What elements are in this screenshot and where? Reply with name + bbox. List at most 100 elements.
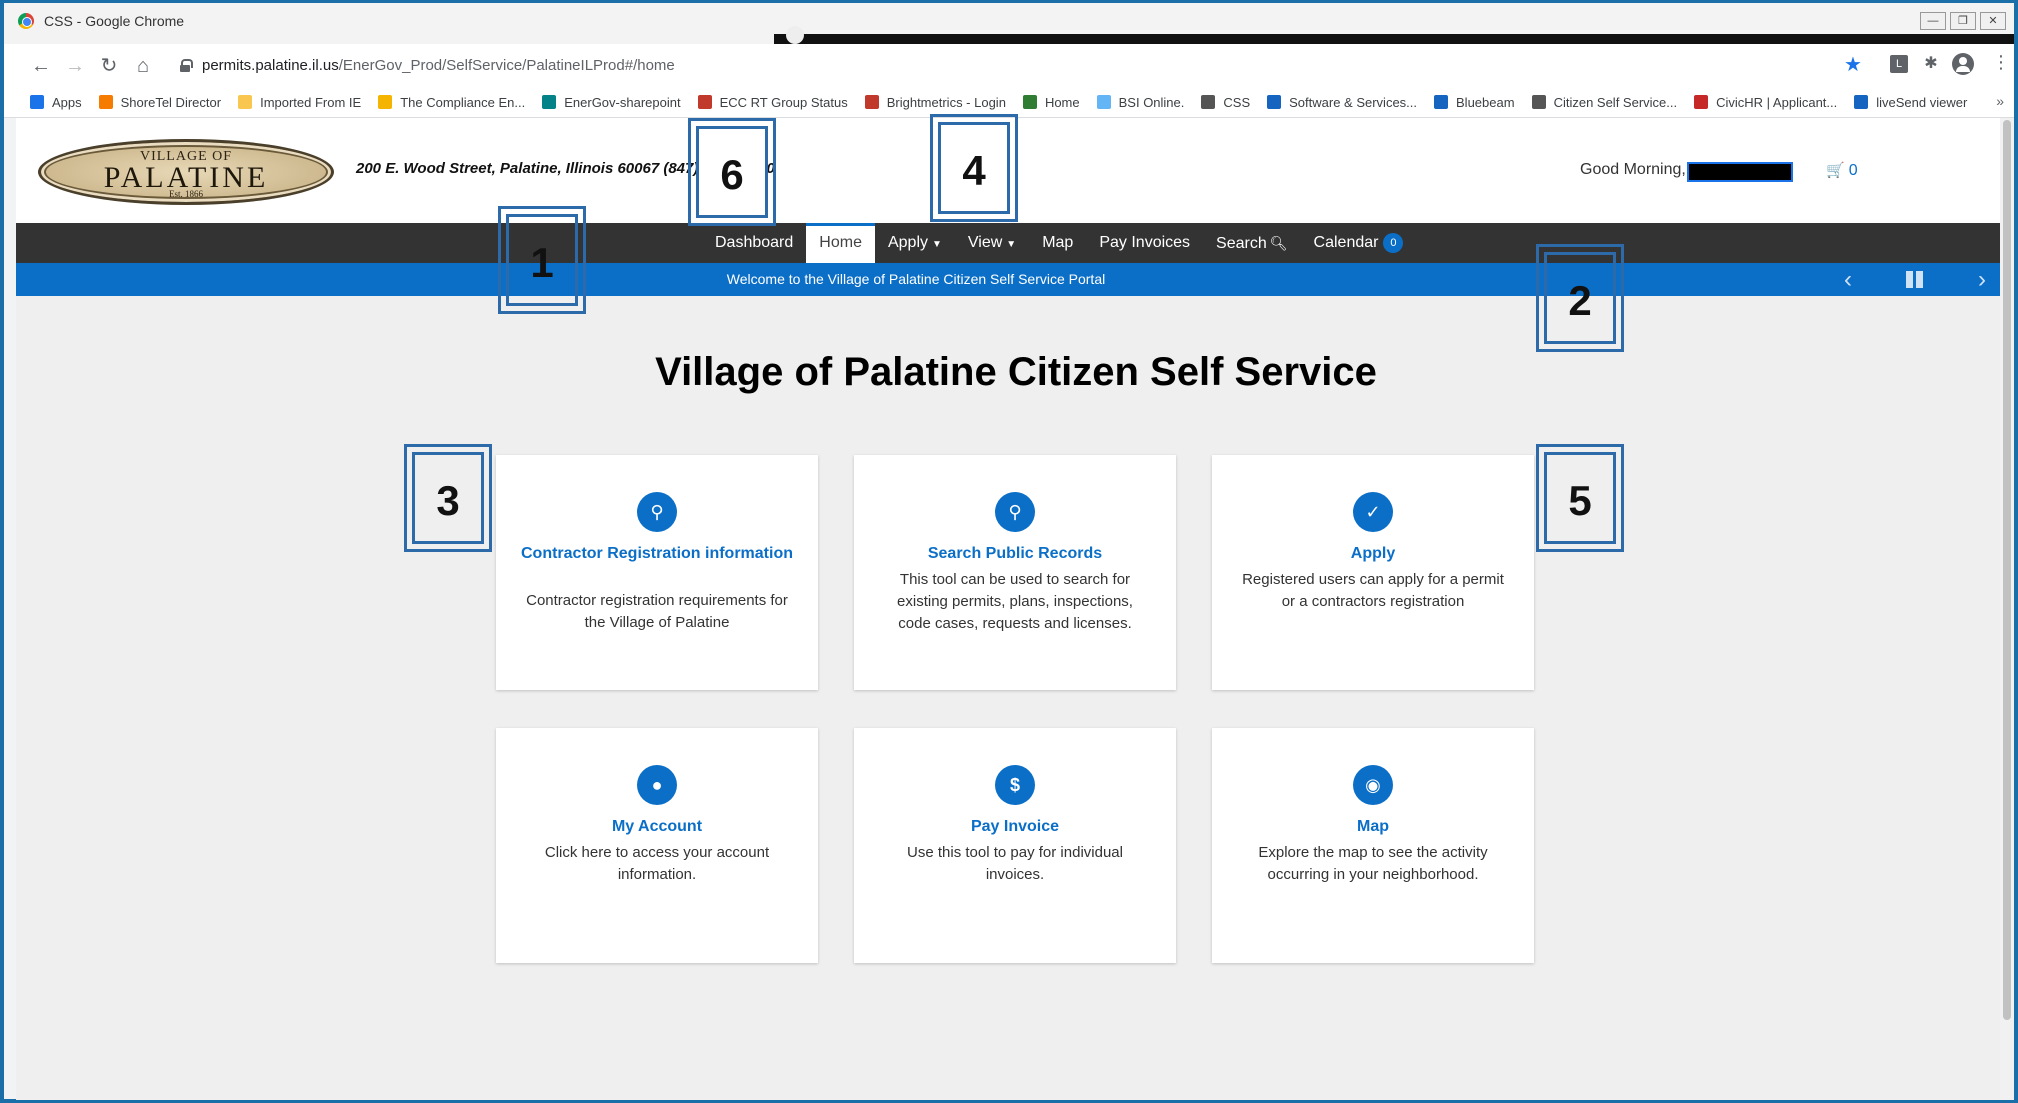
pause-icon[interactable] [1906, 271, 1924, 288]
url-text[interactable]: permits.palatine.il.us/EnerGov_Prod/Self… [202, 57, 675, 74]
bookmark-favicon-icon [378, 95, 393, 109]
annotation-box-1: 1 [498, 206, 586, 314]
card-title-link[interactable]: Contractor Registration information [516, 543, 798, 565]
bookmark-favicon-icon [98, 95, 113, 109]
card-description: This tool can be used to search for exis… [897, 571, 1133, 632]
bookmark-item[interactable]: Bluebeam [1434, 95, 1515, 110]
annotation-box-5: 5 [1536, 444, 1624, 552]
annotation-label: 5 [1568, 477, 1592, 524]
active-tab[interactable] [774, 26, 2014, 44]
bookmark-favicon-icon [1694, 95, 1709, 109]
back-arrow-icon[interactable]: ← [28, 53, 54, 79]
annotation-label: 4 [962, 147, 986, 194]
nav-calendar-label: Calendar [1313, 234, 1379, 251]
nav-view[interactable]: View ▼ [955, 223, 1029, 263]
nav-search[interactable]: Search 🔍︎ [1203, 223, 1300, 263]
calendar-badge: 0 [1383, 233, 1404, 253]
clipboard-check-icon[interactable]: ✓ [1353, 492, 1393, 532]
nav-map[interactable]: Map [1029, 223, 1086, 263]
search-icon[interactable]: ⚲ [637, 492, 677, 532]
address-bar[interactable]: permits.palatine.il.us/EnerGov_Prod/Self… [170, 50, 1830, 82]
bookmark-item[interactable]: Apps [30, 95, 82, 110]
restore-button[interactable]: ❐ [1950, 12, 1976, 30]
chevron-left-icon[interactable]: ‹ [1844, 266, 1852, 294]
map-pin-icon[interactable]: ◉ [1353, 765, 1393, 805]
village-logo[interactable]: VILLAGE OF PALATINE Est. 1866 [38, 139, 334, 205]
nav-home[interactable]: Home [806, 223, 875, 263]
bookmark-item[interactable]: liveSend viewer [1854, 95, 1967, 110]
bookmark-item[interactable]: CSS [1201, 95, 1250, 110]
bookmark-favicon-icon [1267, 95, 1282, 109]
url-path: /EnerGov_Prod/SelfService/PalatineILProd… [338, 57, 675, 74]
page-scrollbar[interactable] [2000, 118, 2014, 1100]
bookmark-label: The Compliance En... [400, 94, 526, 110]
chrome-logo-icon [18, 13, 34, 29]
search-icon[interactable]: ⚲ [995, 492, 1035, 532]
bookmark-label: BSI Online. [1118, 94, 1185, 110]
bookmark-item[interactable]: Imported From IE [238, 95, 361, 110]
bookmark-favicon-icon [1531, 95, 1546, 109]
bookmarks-more-icon[interactable]: » [1996, 93, 2004, 109]
extension-l-icon[interactable]: L [1890, 55, 1908, 73]
service-card[interactable]: ⚲ Contractor Registration information Cont… [496, 455, 818, 690]
bookmark-item[interactable]: Software & Services... [1267, 95, 1417, 110]
nav-dashboard[interactable]: Dashboard [702, 223, 806, 263]
welcome-banner: Welcome to the Village of Palatine Citiz… [16, 263, 2000, 296]
bookmark-favicon-icon [1854, 95, 1869, 109]
bookmark-item[interactable]: CivicHR | Applicant... [1694, 95, 1837, 110]
card-title-link[interactable]: Pay Invoice [874, 816, 1156, 838]
service-card[interactable]: $ Pay Invoice Use this tool to pay for ind… [854, 728, 1176, 963]
bookmark-item[interactable]: ECC RT Group Status [697, 95, 848, 110]
bookmark-item[interactable]: EnerGov-sharepoint [542, 95, 681, 110]
bookmark-favicon-icon [1022, 95, 1037, 109]
bookmark-favicon-icon [1096, 95, 1111, 109]
bookmark-item[interactable]: ShoreTel Director [98, 95, 221, 110]
card-description: Click here to access your account inform… [544, 844, 770, 883]
chevron-right-icon[interactable]: › [1978, 266, 1986, 294]
user-icon[interactable]: ● [637, 765, 677, 805]
card-title-link[interactable]: Apply [1232, 543, 1514, 565]
bookmark-item[interactable]: Home [1022, 94, 1080, 110]
extensions-puzzle-icon[interactable]: ✱ [1922, 55, 1940, 73]
nav-search-label: Search [1216, 235, 1267, 252]
bookmark-label: CivicHR | Applicant... [1716, 94, 1838, 110]
bookmark-item[interactable]: BSI Online. [1096, 94, 1185, 110]
nav-calendar[interactable]: Calendar 0 [1301, 223, 1417, 263]
window-title: CSS - Google Chrome [44, 13, 185, 29]
bookmark-label: Home [1044, 94, 1080, 110]
lock-icon[interactable] [180, 59, 193, 72]
profile-avatar-icon[interactable] [1952, 53, 1974, 75]
annotation-box-4: 4 [930, 114, 1018, 222]
card-title-link[interactable]: Map [1232, 816, 1514, 838]
cart-link[interactable]: 🛒 0 [1826, 161, 1858, 180]
bookmark-favicon-icon [697, 95, 712, 109]
nav-apply[interactable]: Apply ▼ [875, 223, 955, 263]
bookmark-item[interactable]: Brightmetrics - Login [864, 95, 1006, 110]
dollar-icon[interactable]: $ [995, 765, 1035, 805]
close-button[interactable]: ✕ [1980, 12, 2006, 30]
home-icon[interactable]: ⌂ [130, 53, 156, 79]
redacted-username [1687, 162, 1793, 182]
annotation-label: 1 [530, 239, 554, 286]
bookmark-favicon-icon [1434, 95, 1449, 109]
nav-view-label: View [967, 234, 1003, 251]
bookmark-item[interactable]: The Compliance En... [378, 95, 525, 110]
service-card[interactable]: ◉ Map Explore the map to see the activity … [1212, 728, 1534, 963]
cart-icon: 🛒 [1826, 162, 1845, 179]
forward-arrow-icon[interactable]: → [62, 53, 88, 79]
bookmark-label: Imported From IE [260, 94, 362, 110]
card-title-link[interactable]: My Account [516, 816, 798, 838]
service-card[interactable]: ⚲ Search Public Records This tool can be u… [854, 455, 1176, 690]
bookmark-item[interactable]: Citizen Self Service... [1531, 95, 1677, 110]
service-card[interactable]: ✓ Apply Registered users can apply for a p… [1212, 455, 1534, 690]
annotation-box-3: 3 [404, 444, 492, 552]
service-card[interactable]: ● My Account Click here to access your acc… [496, 728, 818, 963]
url-host: permits.palatine.il.us [202, 57, 339, 74]
bookmark-star-icon[interactable]: ★ [1844, 52, 1862, 77]
nav-pay-invoices[interactable]: Pay Invoices [1086, 223, 1203, 263]
reload-icon[interactable]: ↻ [96, 53, 122, 79]
card-title-link[interactable]: Search Public Records [874, 543, 1156, 565]
kebab-menu-icon[interactable]: ⋮ [1992, 52, 2010, 73]
minimize-button[interactable]: — [1920, 12, 1946, 30]
card-description: Explore the map to see the activity occu… [1258, 844, 1488, 883]
